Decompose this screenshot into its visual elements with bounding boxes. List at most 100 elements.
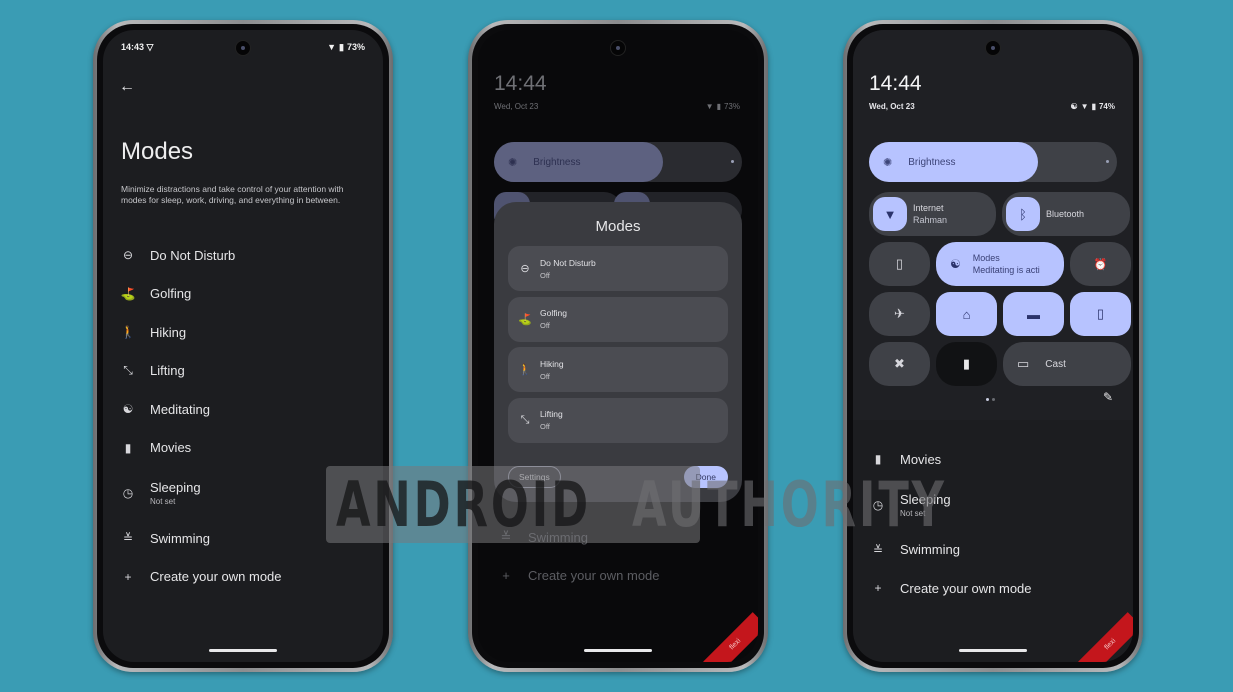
home-indicator[interactable] [959,649,1027,652]
dialog-mode-item[interactable]: ⤡ Lifting Off [508,397,728,443]
phone-bezel: 14:44 Wed, Oct 23 ▼ ▮ 73% ✺ Brightness ≚… [472,24,764,668]
mode-icon: + [502,567,510,583]
cross-icon: ✖ [894,356,905,371]
arrow-back-icon[interactable]: ← [119,78,135,96]
airplane-icon: ✈ [894,306,905,321]
settings-button[interactable]: Settings [508,466,561,488]
auto-rotate-tile[interactable]: ▯ [1070,292,1131,336]
dialog-mode-item[interactable]: 🚶 Hiking Off [508,347,728,392]
page-dot-active [986,398,989,401]
mode-icon: ⊖ [520,263,530,275]
qs-date: Wed, Oct 23 [494,102,539,111]
mode-item[interactable]: ▮ Movies [853,440,1133,479]
bluetooth-tile[interactable]: ᛒ Bluetooth [1002,192,1130,236]
home-indicator[interactable] [584,649,652,652]
wifi-icon: ▼ [705,102,714,111]
brightness-icon: ✺ [883,156,893,169]
mode-item[interactable]: ⤡ Lifting [103,352,383,391]
battery-percent: 74% [1098,102,1115,111]
extra-tile[interactable]: ✖ [869,342,930,386]
brightness-fill: ✺ Brightness [494,142,663,182]
meditation-icon: ☯ [122,402,134,417]
cast-tile[interactable]: ▭ Cast [1003,342,1131,386]
cast-icon: ▭ [1017,356,1030,371]
modes-status-icon: ☯ [1070,102,1078,111]
mode-item[interactable]: 🚶 Hiking [103,313,383,352]
wifi-icon: ▼ [873,197,907,231]
mode-item[interactable]: ⛳ Golfing [103,275,383,314]
status-bar: 14:43 ▽ ▼ ▮ 73% [121,40,365,54]
dialog-mode-label: Lifting [540,409,563,419]
dialog-mode-text: Lifting Off [540,409,563,431]
mode-icon: + [874,581,882,596]
battery-saver-tile[interactable]: ▮ [936,342,997,386]
home-icon: ⌂ [962,306,971,322]
modes-tile[interactable]: ☯ Modes Meditating is acti [936,242,1064,286]
dialog-modes-list: ⊖ Do Not Disturb Off ⛳ Golfing Off 🚶 Hiking Off ⤡… [508,246,728,448]
phone-bezel: 14:43 ▽ ▼ ▮ 73% ← Modes Minimize distrac… [97,24,389,668]
edit-icon[interactable]: ✎ [1103,390,1113,404]
dialog-mode-label: Do Not Disturb [540,257,596,268]
alarm-tile[interactable]: ⏰ [1070,242,1131,286]
home-indicator[interactable] [209,649,277,652]
status-right: ▼ ▮ 73% [327,42,365,53]
qs-date: Wed, Oct 23 [869,102,915,111]
mode-item[interactable]: ◷ Sleeping Not set [853,479,1133,531]
mode-item[interactable]: + Create your own mode [853,569,1133,608]
screen: 14:43 ▽ ▼ ▮ 73% ← Modes Minimize distrac… [103,30,383,662]
modes-tile-text: Modes Meditating is acti [973,253,1040,275]
mode-text: Swimming [150,531,210,546]
mode-item[interactable]: + Create your own mode [103,558,383,597]
background-mode-item: + Create your own mode [498,556,659,594]
mode-status: Not set [150,497,176,506]
mode-item[interactable]: ▮ Movies [103,429,383,468]
page-dot [992,398,995,401]
plus-icon: + [124,569,132,584]
mode-label: Create your own mode [150,569,282,585]
mode-text: Movies [150,440,191,455]
mode-item[interactable]: ⊖ Do Not Disturb [103,236,383,275]
brightness-slider[interactable]: ✺ Brightness [869,142,1117,182]
phone-settings-modes: 14:43 ▽ ▼ ▮ 73% ← Modes Minimize distrac… [93,20,393,672]
mode-item[interactable]: ≚ Swimming [103,519,383,558]
mode-text: Do Not Disturb [150,248,235,263]
brightness-fill: ✺ Brightness [869,142,1038,182]
airplane-tile[interactable]: ✈ [869,292,930,336]
wallet-tile[interactable]: ▬ [1003,292,1064,336]
page-title: Modes [121,138,194,165]
mode-text: Movies [900,452,941,467]
mode-item[interactable]: ☯ Meditating [103,390,383,429]
golf-icon: ⛳ [120,286,136,301]
mode-item[interactable]: ≚ Swimming [853,531,1133,570]
page-description: Minimize distractions and take control o… [121,184,344,205]
home-tile[interactable]: ⌂ [936,292,997,336]
mode-item[interactable]: ◷ Sleeping Not set [103,467,383,519]
dumbbell-icon: ⤡ [123,363,133,378]
do-not-disturb-icon: ⊖ [122,248,134,263]
modes-list: ▮ Movies ◷ Sleeping Not set ≚ Swimming + Create … [853,440,1133,608]
phone-quick-settings: 14:44 Wed, Oct 23 ☯ ▼ ▮ 74% ✺ Brightness… [843,20,1143,672]
dialog-mode-item[interactable]: ⊖ Do Not Disturb Off [508,246,728,291]
bluetooth-tile-text: Bluetooth [1046,209,1084,219]
slider-end-dot [731,160,734,163]
flashlight-tile[interactable]: ▯ [869,242,930,286]
background-mode-item: ≚ Swimming [498,518,660,556]
mode-label: Swimming [900,542,960,558]
wallet-icon: ▬ [1027,306,1040,322]
dialog-mode-status: Off [540,270,550,280]
internet-tile[interactable]: ▼ Internet Rahman [869,192,996,236]
mode-label: Golfing [150,286,192,302]
phone-bezel: 14:44 Wed, Oct 23 ☯ ▼ ▮ 74% ✺ Brightness… [847,24,1139,668]
modes-label: Modes [972,253,1000,263]
brightness-slider[interactable]: ✺ Brightness [494,142,742,182]
mode-icon: ≚ [500,529,512,544]
status-time: 14:43 [121,41,145,52]
phone-modes-dialog: 14:44 Wed, Oct 23 ▼ ▮ 73% ✺ Brightness ≚… [468,20,768,672]
mode-text: Create your own mode [900,581,1032,596]
dialog-mode-status: Off [540,422,550,431]
dialog-mode-item[interactable]: ⛳ Golfing Off [508,296,728,342]
modes-dialog: Modes ⊖ Do Not Disturb Off ⛳ Golfing Off 🚶 Hiki… [494,202,742,502]
done-button[interactable]: Done [683,466,728,488]
battery-icon: ▮ [1091,102,1096,111]
dialog-mode-text: Golfing Off [540,308,567,330]
